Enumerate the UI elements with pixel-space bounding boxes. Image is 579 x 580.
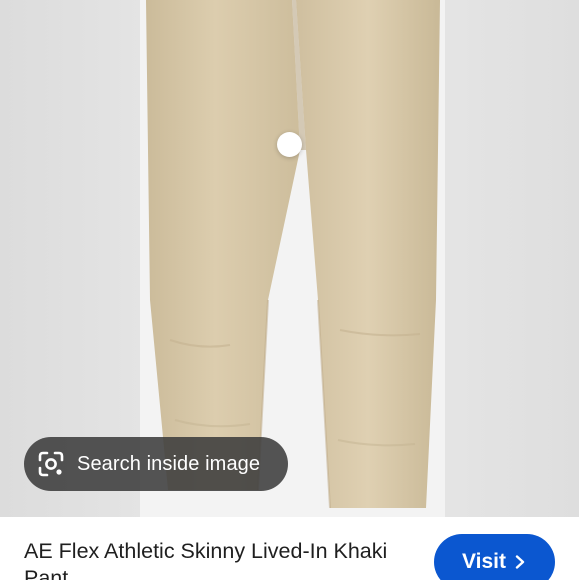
product-title[interactable]: AE Flex Athletic Skinny Lived-In Khaki P…: [24, 538, 404, 580]
search-inside-image-label: Search inside image: [77, 452, 261, 475]
image-viewer[interactable]: Search inside image: [0, 0, 579, 517]
result-info-panel: AE Flex Athletic Skinny Lived-In Khaki P…: [0, 517, 579, 580]
visual-match-dot[interactable]: [277, 132, 302, 157]
visit-button-label: Visit: [462, 550, 506, 573]
search-inside-image-button[interactable]: Search inside image: [24, 437, 288, 491]
chevron-right-icon: [515, 555, 525, 569]
lens-camera-icon: [38, 451, 64, 477]
visit-button[interactable]: Visit: [434, 534, 555, 580]
